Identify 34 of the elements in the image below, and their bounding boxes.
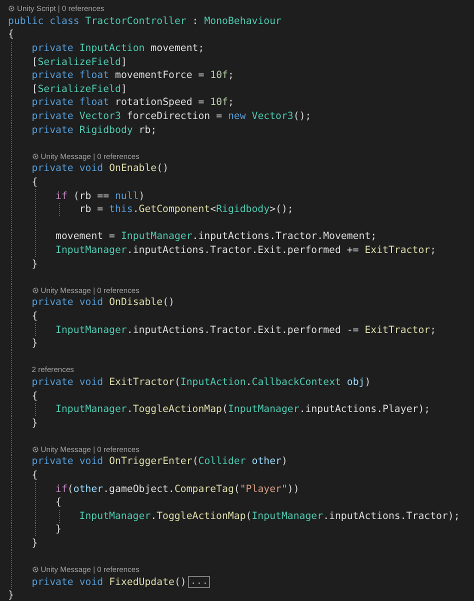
code-line: private float rotationSpeed = 10f; (32, 97, 234, 108)
code-line: [SerializeField] (32, 56, 127, 68)
code-line: { (32, 470, 38, 482)
code-line: InputManager.ToggleActionMap(InputManager.inputActions.Player); (56, 404, 430, 416)
code-line: private void OnEnable() (32, 163, 169, 174)
code-line: InputManager.inputActions.Tractor.Exit.performed += ExitTractor; (56, 244, 436, 256)
code-line: } (56, 524, 62, 536)
code-line: { (32, 390, 38, 402)
code-line: public class TractorController : MonoBehaviour (8, 16, 282, 27)
code-line: private void OnTriggerEnter(Collider other) (32, 456, 288, 468)
code-line: private InputAction movement; (32, 43, 204, 54)
code-line: } (32, 538, 38, 550)
code-line: InputManager.inputActions.Tractor.Exit.performed -= ExitTractor; (56, 324, 436, 336)
code-line: { (32, 310, 38, 322)
code-line: if(other.gameObject.CompareTag("Player")) (56, 484, 300, 495)
code-line: rb = this.GetComponent<Rigidbody>(); (79, 204, 294, 216)
code-line: private float movementForce = 10f; (32, 70, 234, 82)
code-line: if (rb == null) (56, 190, 145, 202)
fold-button[interactable]: ... (188, 576, 210, 588)
code-line: } (8, 590, 14, 601)
code-line: private void ExitTractor(InputAction.CallbackContext obj) (32, 376, 371, 388)
code-line: private void FixedUpdate() (32, 576, 186, 588)
code-line: private Vector3 forceDirection = new Vector3(); (32, 111, 312, 122)
code-line: } (32, 258, 38, 270)
code-line: } (32, 338, 38, 350)
code-line: } (32, 418, 38, 429)
code-line: { (32, 177, 38, 188)
code-line: private Rigidbody rb; (32, 124, 157, 136)
code-line: { (56, 497, 62, 508)
code-line: { (8, 29, 14, 40)
code-line: InputManager.ToggleActionMap(InputManager.inputActions.Tractor); (79, 510, 460, 522)
code-line: [SerializeField] (32, 84, 127, 95)
code-line: movement = InputManager.inputActions.Tractor.Movement; (56, 231, 377, 242)
code-line: private void OnDisable() (32, 297, 174, 308)
